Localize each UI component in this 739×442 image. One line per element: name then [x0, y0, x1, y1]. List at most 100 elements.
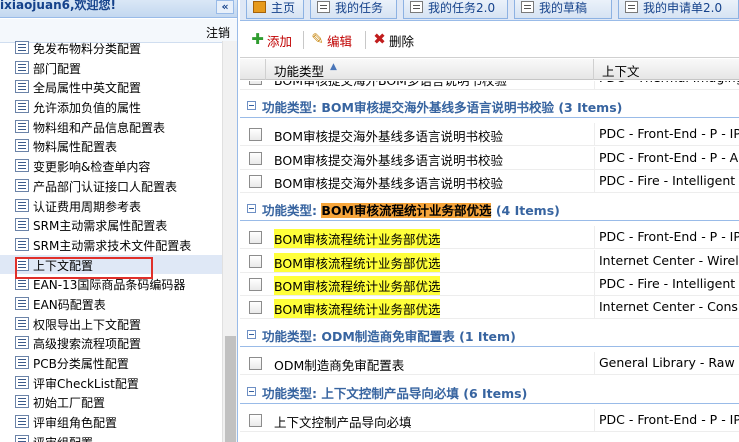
logout-link[interactable]: 注销 [206, 24, 230, 41]
tab-home[interactable]: 主页 [246, 0, 304, 19]
tree-item-label: EAN-13国际商品条码编码器 [33, 278, 186, 293]
group-name: BOM审核流程统计业务部优选 [321, 203, 492, 219]
tree-item-label: PCB分类属性配置 [33, 357, 129, 371]
tree-item[interactable]: SRM主动需求属性配置表 [0, 215, 222, 235]
table-row[interactable]: BOM审核提交海外基线多语言说明书校验 PDC - Fire - Intellig… [240, 169, 739, 193]
config-table-icon [15, 139, 29, 153]
tree-item[interactable]: 物料属性配置表 [0, 136, 222, 156]
table-row[interactable]: BOM审核提交海外基线多语言说明书校验 PDC - Front-End - P -… [240, 123, 739, 147]
row-checkbox[interactable] [249, 151, 262, 165]
tree-item-label: 全局属性中英文配置 [33, 81, 142, 96]
delete-button[interactable]: ✖ 删除 [372, 31, 420, 50]
config-table-icon [15, 257, 29, 271]
row-checkbox[interactable] [249, 128, 262, 142]
collapse-group-icon[interactable] [247, 204, 256, 214]
tree-item[interactable]: 认证费用周期参考表 [0, 196, 222, 216]
column-divider [594, 146, 595, 170]
tree-item-label: SRM主动需求属性配置表 [33, 219, 168, 234]
tab-my-requests[interactable]: 我的申请单2.0 [618, 0, 739, 19]
config-table-icon [15, 375, 29, 389]
table-row[interactable]: BOM审核流程统计业务部优选 PDC - Fire - Intelligent F… [240, 272, 739, 296]
group-header[interactable]: 功能类型: 上下文控制产品导向必填 (6 Items) [240, 379, 739, 404]
tab-my-drafts[interactable]: 我的草稿 [514, 0, 612, 19]
collapse-group-icon[interactable] [247, 386, 256, 396]
tree-item[interactable]: EAN码配置表 [0, 294, 222, 314]
group-title: 功能类型: BOM审核流程统计业务部优选 (4 Items) [262, 200, 560, 219]
tree-item[interactable]: PCB分类属性配置 [0, 353, 222, 373]
tree-scrollbar[interactable] [222, 41, 237, 442]
tree-item-label: 评审组配置 [33, 434, 93, 442]
tree-item[interactable]: EAN-13国际商品条码编码器 [0, 274, 222, 294]
context-cell: PDC - Fire - Intelligent Fire [599, 275, 739, 291]
document-icon [521, 1, 534, 13]
tree-item[interactable]: 变更影响&检查单内容 [0, 156, 222, 176]
tree-item[interactable]: 允许添加负值的属性 [0, 97, 222, 117]
function-type-cell: BOM审核流程统计业务部优选 [274, 252, 441, 272]
tab-my-tasks[interactable]: 我的任务 [310, 0, 397, 19]
column-divider [594, 169, 595, 193]
row-checkbox[interactable] [249, 81, 262, 85]
pencil-icon: ✎ [311, 30, 324, 48]
group-title: 功能类型: 上下文控制产品导向必填 (6 Items) [262, 383, 527, 402]
row-checkbox[interactable] [249, 231, 262, 245]
tree-item[interactable]: 高级搜索流程项配置 [0, 333, 222, 353]
config-table-icon [15, 395, 29, 409]
context-cell: PDC - Thermal Imaging [599, 81, 739, 85]
column-header-context[interactable]: 上下文 [594, 59, 739, 80]
table-row[interactable]: 上下文控制产品导向必填 PDC - Front-End - P - IP [240, 408, 739, 432]
table-row[interactable]: BOM审核流程统计业务部优选 PDC - Front-End - P - IP [240, 226, 739, 250]
table-row[interactable]: BOM审核流程统计业务部优选 Internet Center - Consumer [240, 296, 739, 320]
column-header-label: 上下文 [602, 64, 640, 79]
collapse-group-icon[interactable] [247, 101, 256, 111]
toolbar-divider [303, 31, 304, 49]
tree-item[interactable]: 评审CheckList配置 [0, 373, 222, 393]
tab-label: 我的草稿 [539, 1, 588, 15]
table-row[interactable]: BOM审核提交海外BOM多语言说明书校验 PDC - Thermal Imagin… [240, 81, 739, 90]
group-header[interactable]: 功能类型: BOM审核流程统计业务部优选 (4 Items) [240, 197, 739, 222]
edit-button[interactable]: ✎ 编辑 [310, 30, 358, 50]
function-type-cell: BOM审核提交海外BOM多语言说明书校验 [274, 81, 507, 89]
group-count: (4 Items) [495, 203, 560, 219]
tree-item[interactable]: 产品部门认证接口人配置表 [0, 176, 222, 196]
tree-item[interactable]: 全局属性中英文配置 [0, 77, 222, 97]
row-checkbox[interactable] [249, 254, 262, 268]
group-header[interactable]: 功能类型: BOM审核提交海外基线多语言说明书校验 (3 Items) [240, 94, 739, 119]
scrollbar-thumb[interactable] [225, 336, 236, 442]
tree-item[interactable]: 初始工厂配置 [0, 392, 222, 412]
tree-item[interactable]: 部门配置 [0, 58, 222, 78]
tree-item[interactable]: 评审组角色配置 [0, 412, 222, 432]
tab-my-tasks-2[interactable]: 我的任务2.0 [403, 0, 508, 19]
checkbox-column-header[interactable] [240, 59, 266, 80]
collapse-panel-button[interactable]: « [216, 0, 234, 14]
tree-item[interactable]: 上下文配置 [0, 254, 222, 275]
row-checkbox[interactable] [249, 357, 262, 371]
function-type-cell: ODM制造商免审配置表 [274, 358, 405, 374]
row-checkbox[interactable] [249, 413, 262, 427]
config-table-icon [15, 119, 29, 133]
tree-item[interactable]: 免发布物料分类配置 [0, 41, 222, 58]
tab-bar: 主页 我的任务 我的任务2.0 我的草稿 我的申请单2.0 [240, 0, 739, 21]
tree-item[interactable]: 权限导出上下文配置 [0, 314, 222, 334]
config-tree: 免发布物料分类配置 部门配置全局属性中英文配置 允许添加负值的属性 物料组和产品信息配… [0, 41, 222, 442]
row-checkbox[interactable] [249, 301, 262, 315]
tree-item-label: SRM主动需求技术文件配置表 [33, 238, 192, 253]
tree-item-label: 评审组角色配置 [33, 416, 118, 431]
content-panel: 主页 我的任务 我的任务2.0 我的草稿 我的申请单2.0 ✚ 添加 ✎ 编辑 … [240, 0, 739, 442]
tree-item[interactable]: 物料组和产品信息配置表 [0, 117, 222, 137]
table-row[interactable]: BOM审核流程统计业务部优选 Internet Center - Wireless [240, 249, 739, 273]
row-checkbox[interactable] [249, 277, 262, 291]
table-row[interactable]: ODM制造商免审配置表 General Library - Raw - [240, 352, 739, 376]
row-checkbox[interactable] [249, 174, 262, 188]
add-button[interactable]: ✚ 添加 [250, 31, 298, 50]
tree-item[interactable]: SRM主动需求技术文件配置表 [0, 235, 222, 255]
group-prefix: 功能类型: [262, 385, 317, 401]
column-header-function-type[interactable]: 功能类型 ▲ [266, 59, 594, 80]
config-table-icon [15, 159, 29, 173]
context-cell: Internet Center - Consumer [599, 299, 739, 315]
collapse-group-icon[interactable] [247, 330, 256, 340]
config-table-icon [15, 41, 29, 54]
tree-item[interactable]: 评审组配置 [0, 432, 222, 442]
table-row[interactable]: BOM审核提交海外基线多语言说明书校验 PDC - Front-End - P -… [240, 146, 739, 170]
group-header[interactable]: 功能类型: ODM制造商免审配置表 (1 Item) [240, 323, 739, 348]
column-divider [594, 296, 595, 320]
